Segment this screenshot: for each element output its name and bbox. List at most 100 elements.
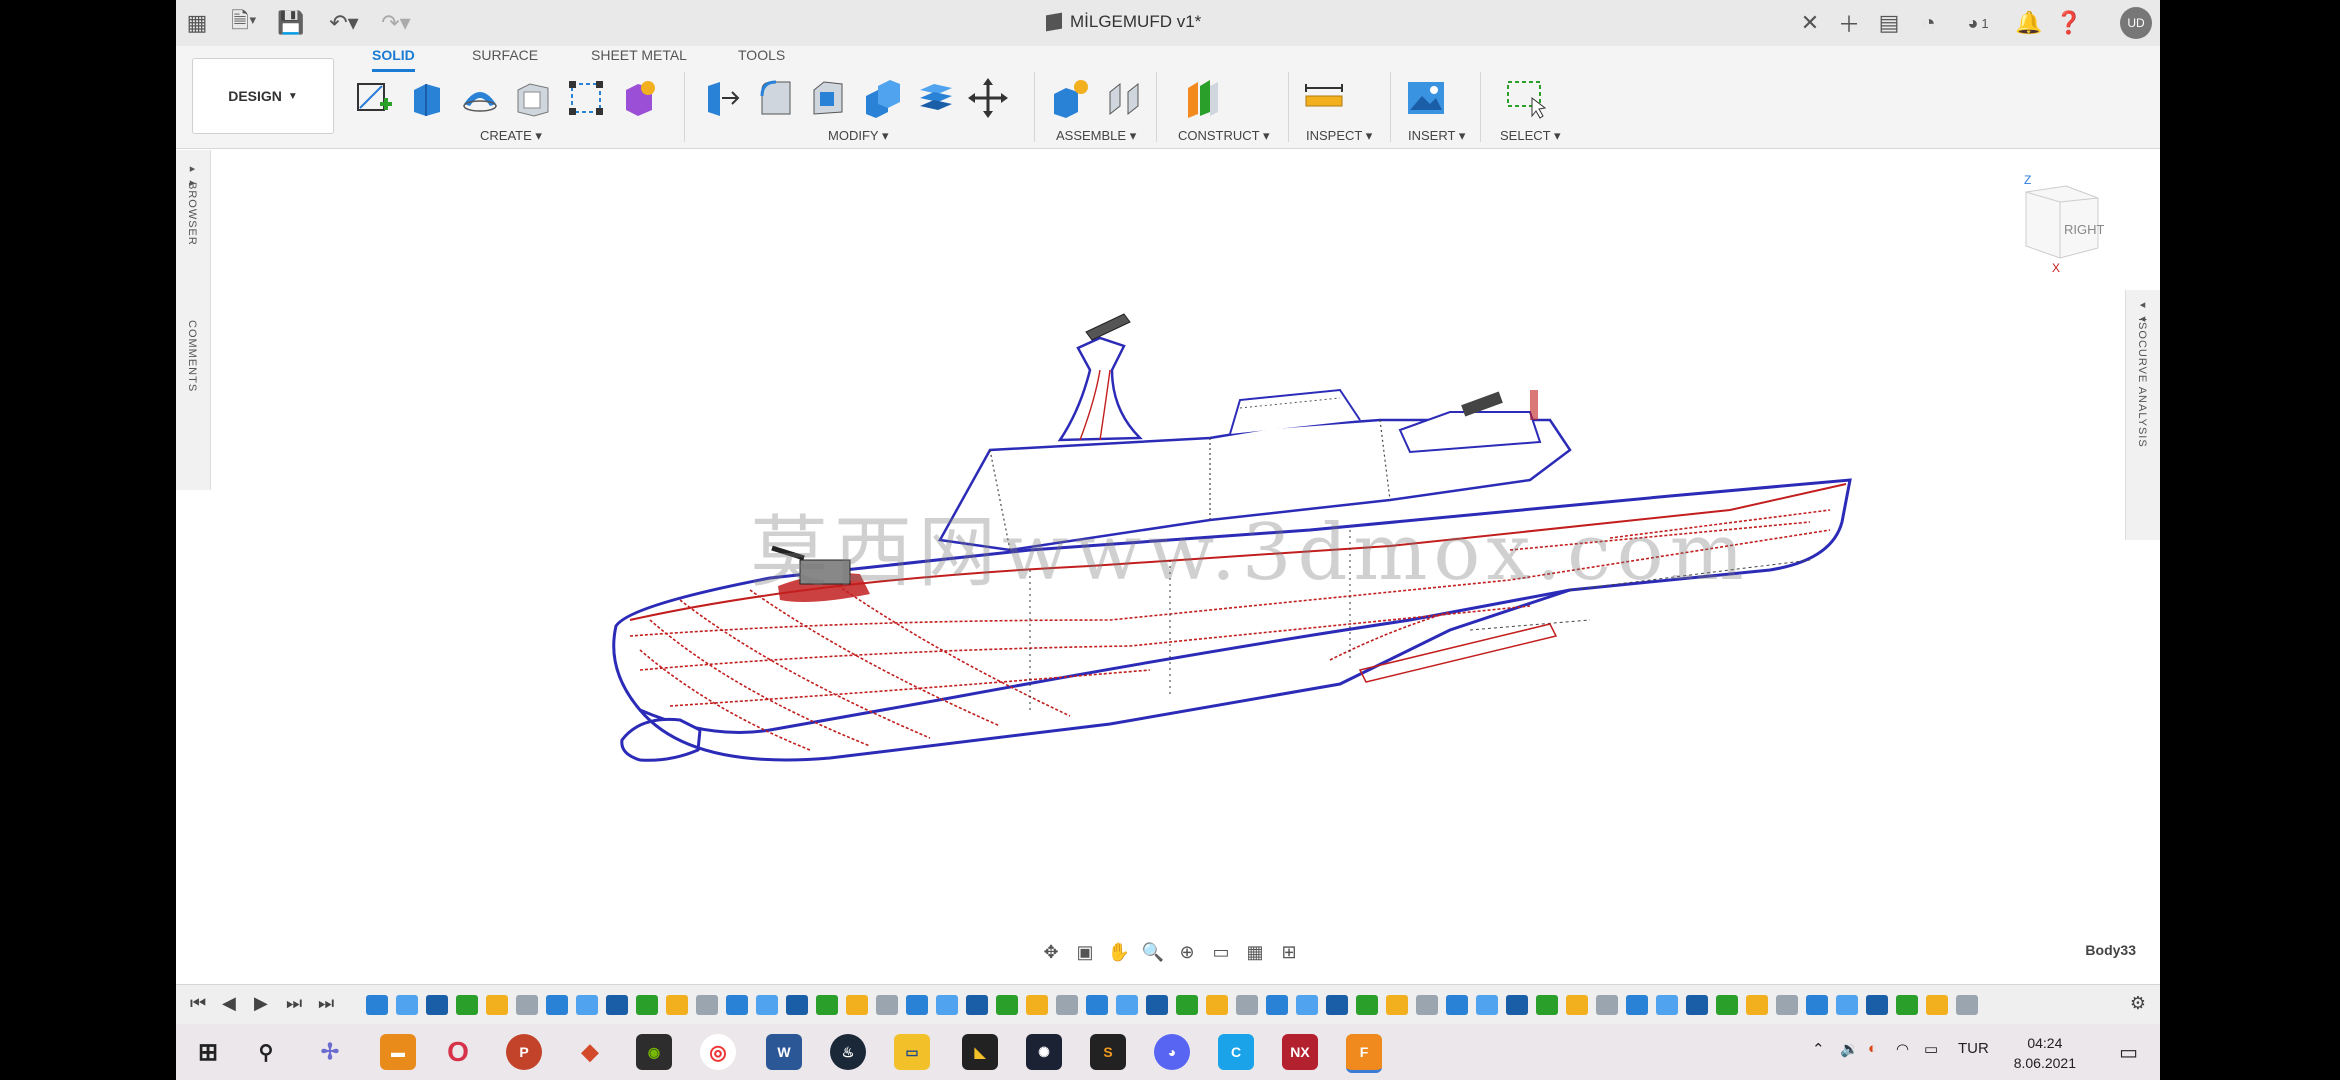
- timeline-feature-icon[interactable]: [1926, 995, 1948, 1015]
- select-menu[interactable]: SELECT ▾: [1500, 128, 1560, 144]
- insert-menu[interactable]: INSERT ▾: [1408, 128, 1465, 144]
- fusion-360-icon[interactable]: F: [1346, 1034, 1382, 1073]
- tab-surface[interactable]: SURFACE: [472, 47, 538, 69]
- timeline-feature-icon[interactable]: [1746, 995, 1768, 1015]
- create-form-icon[interactable]: [616, 76, 660, 120]
- anydesk-icon[interactable]: ◆: [572, 1034, 608, 1070]
- timeline-feature-icon[interactable]: [1356, 995, 1378, 1015]
- rectangular-pattern-icon[interactable]: [564, 76, 608, 120]
- timeline-feature-icon[interactable]: [426, 995, 448, 1015]
- offset-face-icon[interactable]: [914, 76, 958, 120]
- joint-icon[interactable]: [1102, 76, 1146, 120]
- create-sketch-icon[interactable]: [352, 76, 396, 120]
- look-at-icon[interactable]: ▣: [1072, 941, 1098, 963]
- measure-icon[interactable]: [1302, 76, 1346, 120]
- language-indicator[interactable]: TUR: [1958, 1040, 1989, 1057]
- timeline-feature-icon[interactable]: [1806, 995, 1828, 1015]
- timeline-feature-icon[interactable]: [606, 995, 628, 1015]
- battery-icon[interactable]: ▭: [1924, 1040, 1938, 1058]
- viewports-icon[interactable]: ⊞: [1276, 941, 1302, 963]
- browser-label[interactable]: BROWSER: [186, 182, 198, 246]
- isocurve-label[interactable]: ISOCURVE ANALYSIS: [2136, 318, 2148, 448]
- zoom-icon[interactable]: 🔍: [1140, 941, 1166, 963]
- timeline-feature-icon[interactable]: [1566, 995, 1588, 1015]
- powerpoint-icon[interactable]: P: [506, 1034, 542, 1070]
- chrome-icon[interactable]: ◎: [700, 1034, 736, 1070]
- timeline-feature-icon[interactable]: [396, 995, 418, 1015]
- timeline-feature-icon[interactable]: [1716, 995, 1738, 1015]
- close-tab-icon[interactable]: ✕: [1798, 8, 1822, 38]
- comments-label[interactable]: COMMENTS: [186, 320, 198, 392]
- timeline-feature-icon[interactable]: [876, 995, 898, 1015]
- file-menu-icon[interactable]: 🗎▾: [224, 8, 264, 38]
- timeline-feature-icon[interactable]: [906, 995, 928, 1015]
- opera-icon[interactable]: O: [440, 1034, 476, 1070]
- assemble-menu[interactable]: ASSEMBLE ▾: [1056, 128, 1136, 144]
- combine-icon[interactable]: [860, 76, 904, 120]
- windows-start-icon[interactable]: ⊞: [190, 1034, 226, 1070]
- chamfer-icon[interactable]: [806, 76, 850, 120]
- timeline-feature-icon[interactable]: [1326, 995, 1348, 1015]
- search-icon[interactable]: ⚲: [248, 1034, 284, 1070]
- grid-icon[interactable]: ▦: [1242, 941, 1268, 963]
- revolve-icon[interactable]: [458, 76, 502, 120]
- timeline-feature-icon[interactable]: [366, 995, 388, 1015]
- pan-hand-icon[interactable]: ✋: [1106, 941, 1132, 963]
- discord-icon[interactable]: ◕: [1154, 1034, 1190, 1070]
- orbit-icon[interactable]: ✥: [1038, 941, 1064, 963]
- blender-like-icon[interactable]: ✺: [1026, 1034, 1062, 1070]
- window-select-icon[interactable]: [1504, 76, 1548, 120]
- siemens-nx-icon[interactable]: NX: [1282, 1034, 1318, 1070]
- user-avatar[interactable]: UD: [2120, 7, 2152, 39]
- file-explorer-icon[interactable]: ▭: [894, 1034, 930, 1070]
- sticky-app-icon[interactable]: ◣: [962, 1034, 998, 1070]
- app-grid-icon[interactable]: ▦: [182, 8, 212, 38]
- timeline-feature-icon[interactable]: [1836, 995, 1858, 1015]
- timeline-first-icon[interactable]: ⏮: [190, 993, 206, 1014]
- timeline-feature-icon[interactable]: [1896, 995, 1918, 1015]
- save-icon[interactable]: 💾: [276, 8, 306, 38]
- timeline-feature-icon[interactable]: [966, 995, 988, 1015]
- timeline-feature-icon[interactable]: [1686, 995, 1708, 1015]
- shell-icon[interactable]: [510, 76, 554, 120]
- timeline-feature-icon[interactable]: [816, 995, 838, 1015]
- timeline-play-icon[interactable]: ▶: [254, 993, 268, 1014]
- timeline-feature-icon[interactable]: [846, 995, 868, 1015]
- timeline-feature-icon[interactable]: [546, 995, 568, 1015]
- c-app-icon[interactable]: C: [1218, 1034, 1254, 1070]
- browser-panel-collapsed[interactable]: ▸▸ BROWSER COMMENTS: [176, 150, 211, 490]
- fillet-icon[interactable]: [754, 76, 798, 120]
- sublime-icon[interactable]: S: [1090, 1034, 1126, 1070]
- timeline-settings-gear-icon[interactable]: ⚙: [2130, 993, 2146, 1014]
- display-settings-icon[interactable]: ▭: [1208, 941, 1234, 963]
- timeline-feature-icon[interactable]: [486, 995, 508, 1015]
- timeline-feature-icon[interactable]: [1596, 995, 1618, 1015]
- new-tab-icon[interactable]: ＋: [1834, 8, 1864, 38]
- timeline-feature-icon[interactable]: [636, 995, 658, 1015]
- modify-menu[interactable]: MODIFY ▾: [828, 128, 888, 144]
- notifications-panel-icon[interactable]: ▤: [1874, 8, 1904, 38]
- timeline-next-icon[interactable]: ⏭: [286, 993, 302, 1014]
- timeline-feature-icon[interactable]: [786, 995, 808, 1015]
- fan-app-icon[interactable]: ✢: [312, 1034, 348, 1070]
- tray-app-icon[interactable]: ◐: [1868, 1040, 1877, 1057]
- timeline-last-icon[interactable]: ⏭: [318, 993, 334, 1014]
- timeline-feature-icon[interactable]: [1446, 995, 1468, 1015]
- workspace-switcher[interactable]: DESIGN ▼: [192, 58, 334, 134]
- zoom-window-icon[interactable]: ⊕: [1174, 941, 1200, 963]
- timeline-feature-icon[interactable]: [1086, 995, 1108, 1015]
- notification-center-icon[interactable]: ▭: [2119, 1040, 2138, 1065]
- timeline-feature-icon[interactable]: [696, 995, 718, 1015]
- volume-icon[interactable]: 🔉: [1840, 1040, 1859, 1058]
- timeline-feature-icon[interactable]: [1026, 995, 1048, 1015]
- create-menu[interactable]: CREATE ▾: [480, 128, 542, 144]
- new-component-icon[interactable]: [1048, 76, 1092, 120]
- word-icon[interactable]: W: [766, 1034, 802, 1070]
- timeline-feature-icon[interactable]: [1476, 995, 1498, 1015]
- timeline-feature-icon[interactable]: [1146, 995, 1168, 1015]
- tab-sheet-metal[interactable]: SHEET METAL: [591, 47, 687, 69]
- timeline-feature-icon[interactable]: [456, 995, 478, 1015]
- timeline-feature-icon[interactable]: [1236, 995, 1258, 1015]
- cooler-app-icon[interactable]: ▬: [380, 1034, 416, 1070]
- press-pull-icon[interactable]: [700, 76, 744, 120]
